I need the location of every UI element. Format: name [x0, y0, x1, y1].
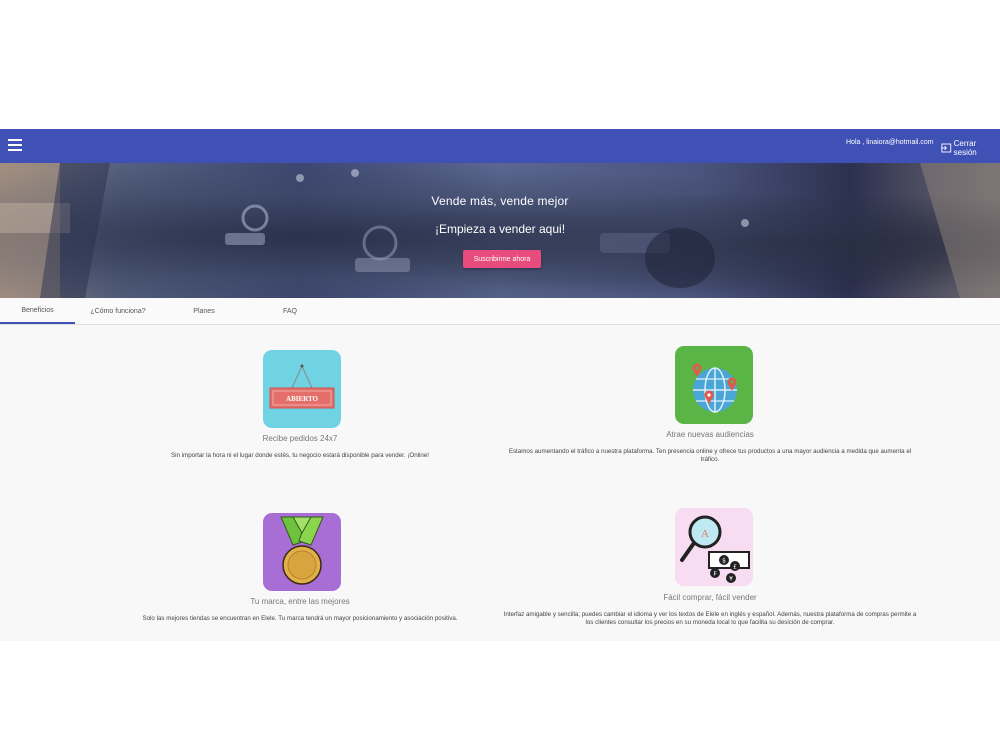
currency-magnifier-icon: A $ £ ₣ ¥ — [675, 508, 753, 586]
tab-beneficios[interactable]: Beneficios — [0, 298, 75, 324]
logout-button[interactable]: Cerrar sesión — [941, 139, 1000, 157]
feature-title: Tu marca, entre las mejores — [250, 597, 350, 606]
subscribe-button[interactable]: Suscribirme ahora — [463, 250, 541, 268]
app-screen: Hola , linaiora@hotmail.com Cerrar sesió… — [0, 129, 1000, 641]
tab-bar: Beneficios ¿Cómo funciona? Planes FAQ — [0, 298, 1000, 325]
svg-text:ABIERTO: ABIERTO — [286, 395, 318, 403]
feature-description: Solo las mejores tiendas se encuentran e… — [142, 615, 458, 622]
top-app-bar: Hola , linaiora@hotmail.com Cerrar sesió… — [0, 129, 1000, 163]
hero-banner: Vende más, vende mejor ¡Empieza a vender… — [0, 163, 1000, 298]
medal-icon — [263, 513, 341, 591]
feature-description: Sin importar la hora ni el lugar donde e… — [171, 452, 429, 459]
feature-title: Fácil comprar, fácil vender — [663, 593, 757, 602]
hero-subtitle: ¡Empieza a vender aqui! — [434, 222, 566, 236]
tab-faq[interactable]: FAQ — [256, 298, 324, 324]
hero-title: Vende más, vende mejor — [431, 194, 569, 208]
svg-text:A: A — [701, 528, 709, 540]
logout-label: Cerrar sesión — [953, 139, 977, 157]
feature-title: Recibe pedidos 24x7 — [262, 434, 338, 443]
feature-title: Atrae nuevas audiencias — [666, 430, 754, 439]
svg-text:₣: ₣ — [713, 571, 717, 578]
hamburger-menu-icon[interactable] — [8, 139, 22, 153]
svg-text:¥: ¥ — [729, 576, 733, 583]
globe-pins-icon — [675, 346, 753, 424]
tab-como-funciona[interactable]: ¿Cómo funciona? — [80, 298, 156, 324]
logout-icon — [941, 143, 952, 153]
feature-description: Interfaz amigable y sencilla; puedes cam… — [503, 611, 917, 626]
svg-text:£: £ — [733, 564, 737, 571]
user-greeting: Hola , linaiora@hotmail.com — [846, 139, 934, 146]
svg-text:$: $ — [722, 558, 726, 565]
open-sign-icon: ABIERTO — [263, 350, 341, 428]
tab-planes[interactable]: Planes — [170, 298, 238, 324]
feature-description: Estamos aumentando el tráfico a nuestra … — [508, 448, 912, 463]
